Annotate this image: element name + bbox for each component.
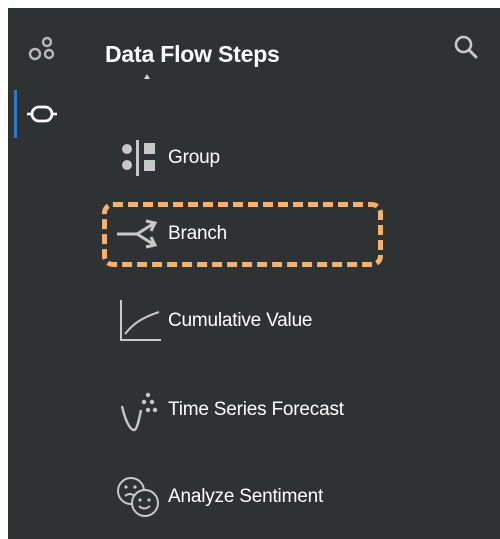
step-item-branch[interactable]: Branch — [108, 206, 227, 262]
step-item-group[interactable]: Group — [108, 130, 220, 186]
step-label: Analyze Sentiment — [168, 486, 324, 507]
panel-title: Data Flow Steps — [105, 41, 280, 67]
step-label: Time Series Forecast — [168, 399, 344, 420]
step-item-cumulative-value[interactable]: Cumulative Value — [108, 293, 313, 349]
share-network-icon[interactable] — [22, 28, 62, 68]
group-icon — [108, 133, 168, 183]
rail-active-indicator — [14, 90, 17, 138]
step-label: Cumulative Value — [168, 310, 313, 331]
cumulative-value-icon — [108, 296, 168, 346]
search-icon — [453, 34, 479, 65]
data-flow-node-icon[interactable] — [22, 94, 62, 134]
data-flow-steps-panel: Data Flow Steps Group Branch Cumulative … — [8, 8, 500, 539]
branch-icon — [108, 209, 168, 259]
scroll-up-indicator-icon — [144, 74, 150, 79]
time-series-forecast-icon — [108, 385, 168, 435]
step-label: Branch — [168, 223, 228, 244]
step-item-time-series-forecast[interactable]: Time Series Forecast — [108, 382, 344, 438]
step-label: Group — [168, 147, 220, 168]
analyze-sentiment-icon — [108, 472, 168, 522]
step-item-analyze-sentiment[interactable]: Analyze Sentiment — [108, 469, 323, 525]
search-button[interactable] — [449, 32, 483, 66]
